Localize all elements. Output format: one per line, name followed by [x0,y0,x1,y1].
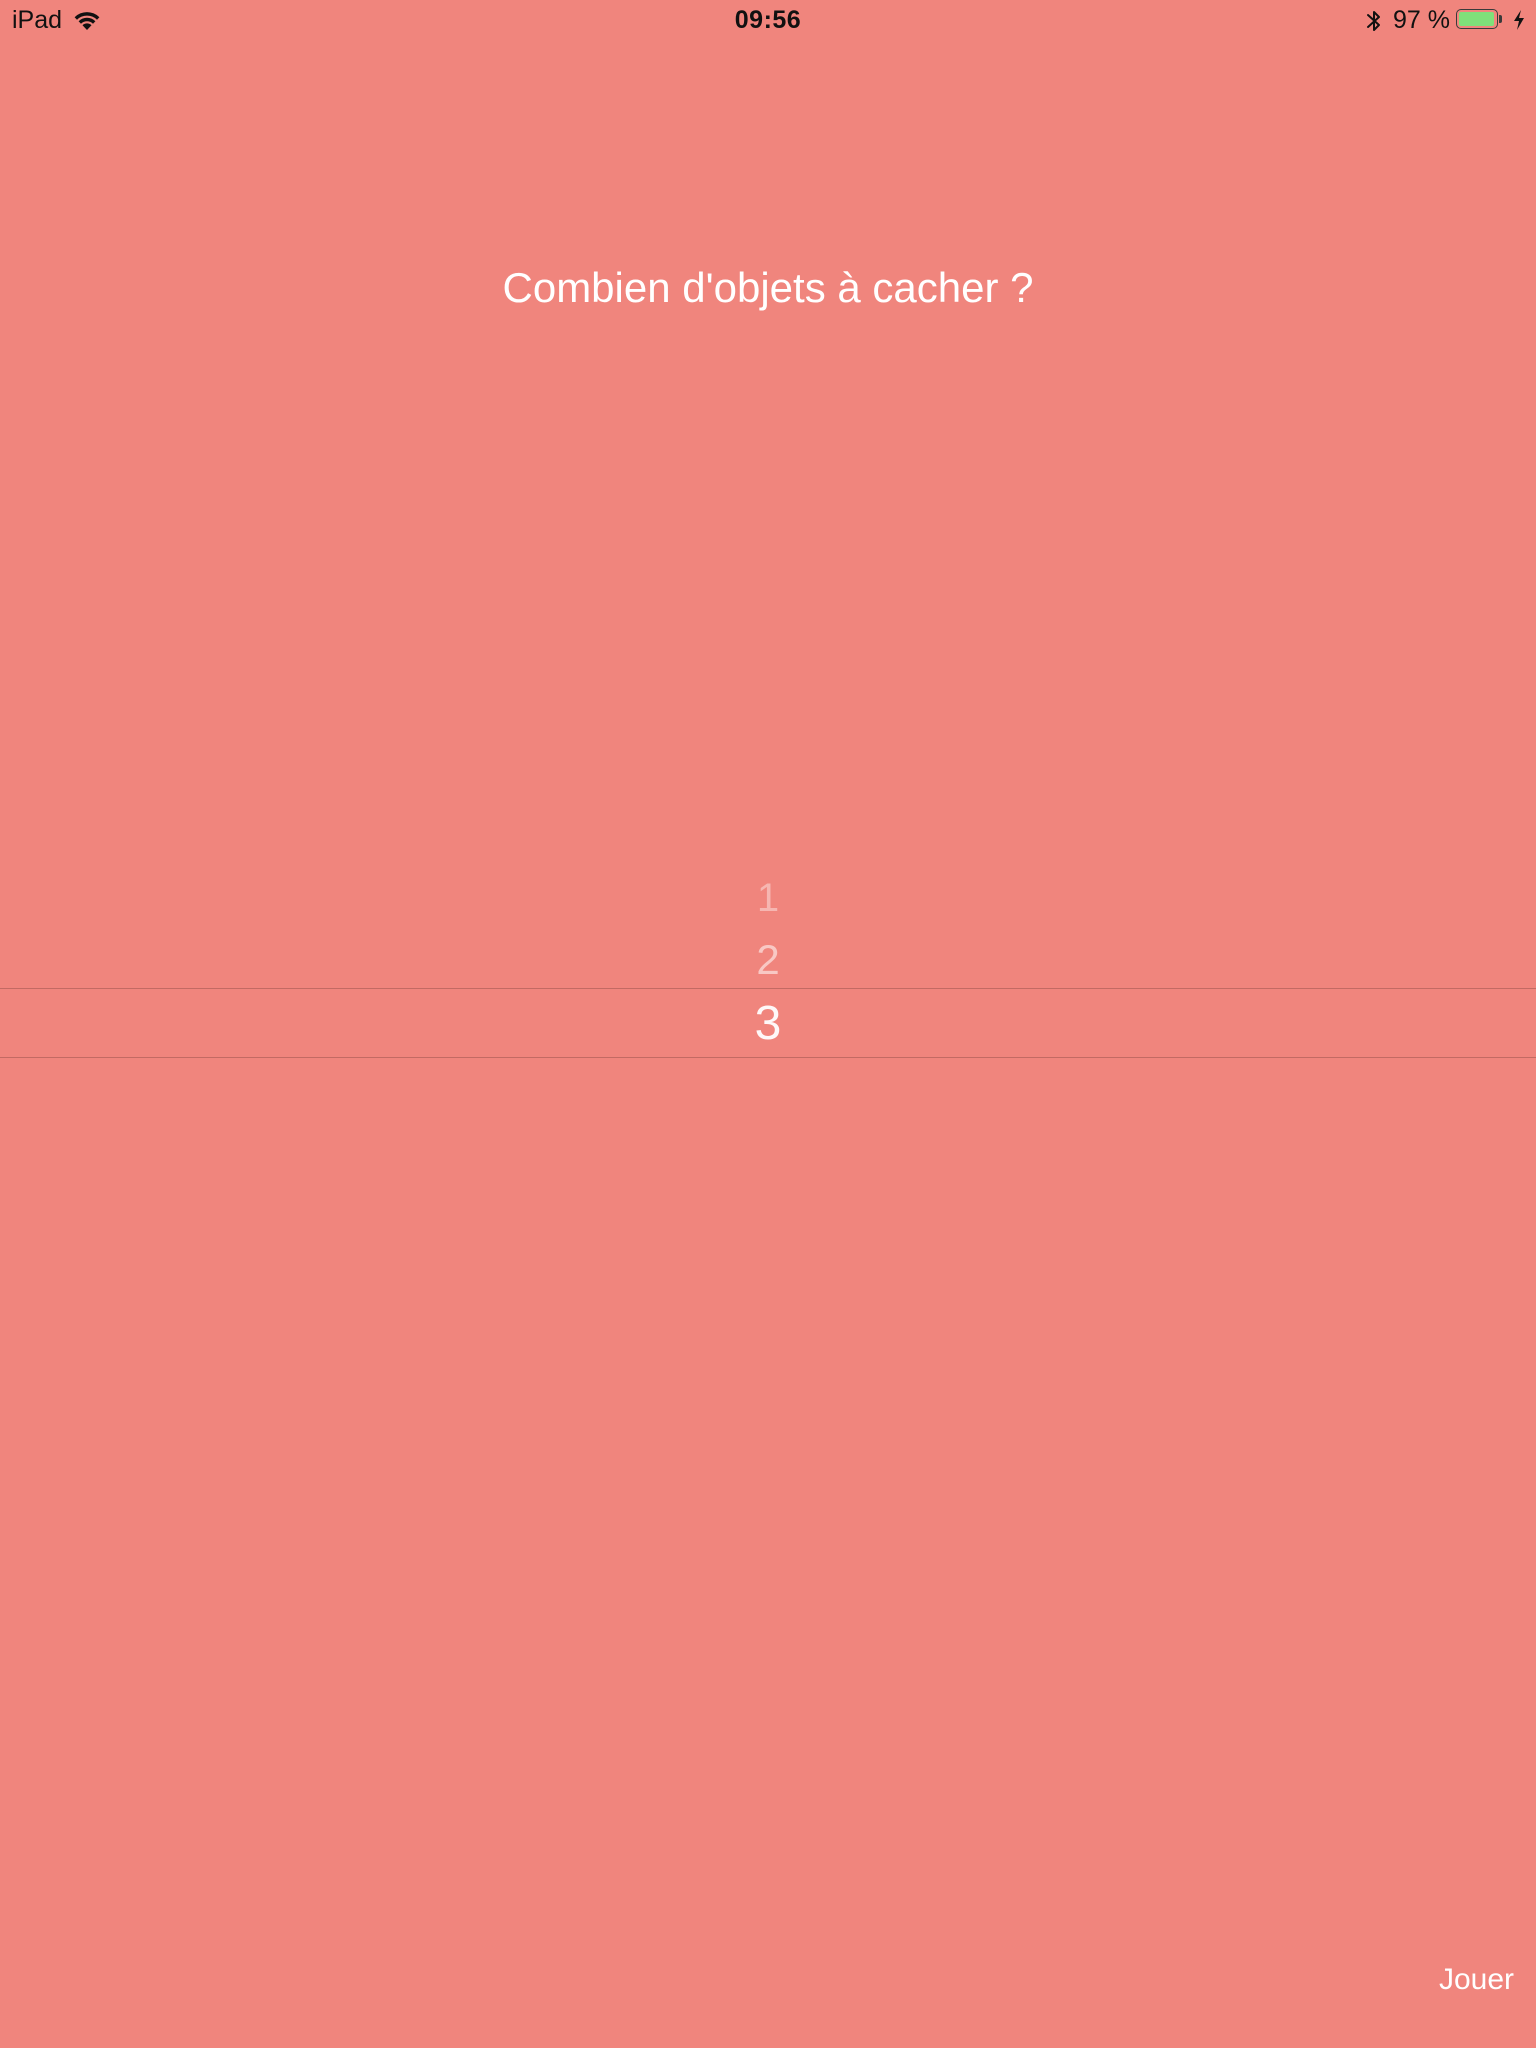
battery-fill [1459,12,1494,26]
picker-selection-line-bottom [0,1057,1536,1058]
page-title: Combien d'objets à cacher ? [502,264,1034,311]
charging-icon [1512,9,1526,31]
picker-option-2[interactable]: 2 [0,935,1536,985]
status-bar: iPad 09:56 97 % [0,0,1536,40]
picker-option-1[interactable]: 1 [0,874,1536,922]
bluetooth-icon [1364,8,1384,34]
play-button[interactable]: Jouer [1400,1956,1514,2004]
status-time: 09:56 [734,6,802,34]
picker-option-selected[interactable]: 3 [0,995,1536,1053]
picker-selection-line-top [0,988,1536,989]
count-picker[interactable]: 1 2 3 [0,860,1536,1090]
battery-percent: 97 % [1393,6,1450,34]
battery-icon [1456,9,1504,31]
